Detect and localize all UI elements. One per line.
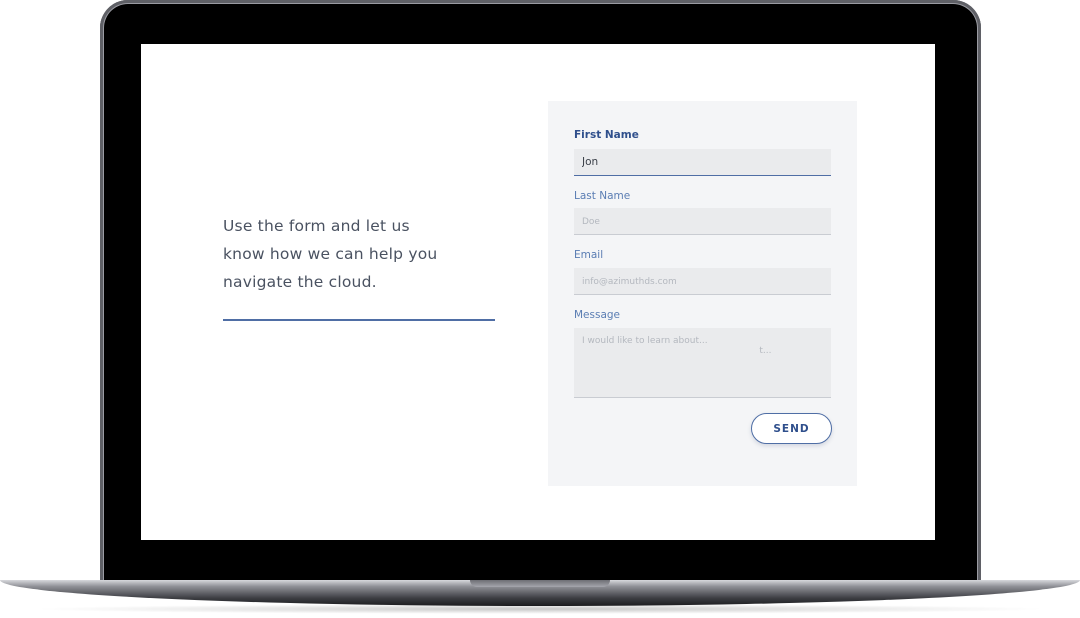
laptop-notch — [470, 580, 610, 587]
intro-section: Use the form and let us know how we can … — [223, 212, 503, 296]
intro-divider — [223, 319, 495, 321]
last-name-label: Last Name — [574, 190, 631, 202]
first-name-field[interactable] — [574, 149, 831, 176]
send-button[interactable]: SEND — [751, 413, 832, 444]
first-name-label: First Name — [574, 129, 639, 141]
message-label: Message — [574, 309, 621, 321]
laptop-shadow — [30, 604, 1050, 614]
laptop-screen: Use the form and let us know how we can … — [141, 44, 935, 540]
message-field[interactable] — [574, 328, 831, 398]
email-label: Email — [574, 249, 604, 261]
email-field[interactable] — [574, 268, 831, 295]
laptop-mockup: Use the form and let us know how we can … — [0, 0, 1080, 618]
intro-text: Use the form and let us know how we can … — [223, 217, 438, 291]
contact-form: First Name Last Name Email Message SEND — [548, 101, 857, 486]
last-name-field[interactable] — [574, 208, 831, 235]
